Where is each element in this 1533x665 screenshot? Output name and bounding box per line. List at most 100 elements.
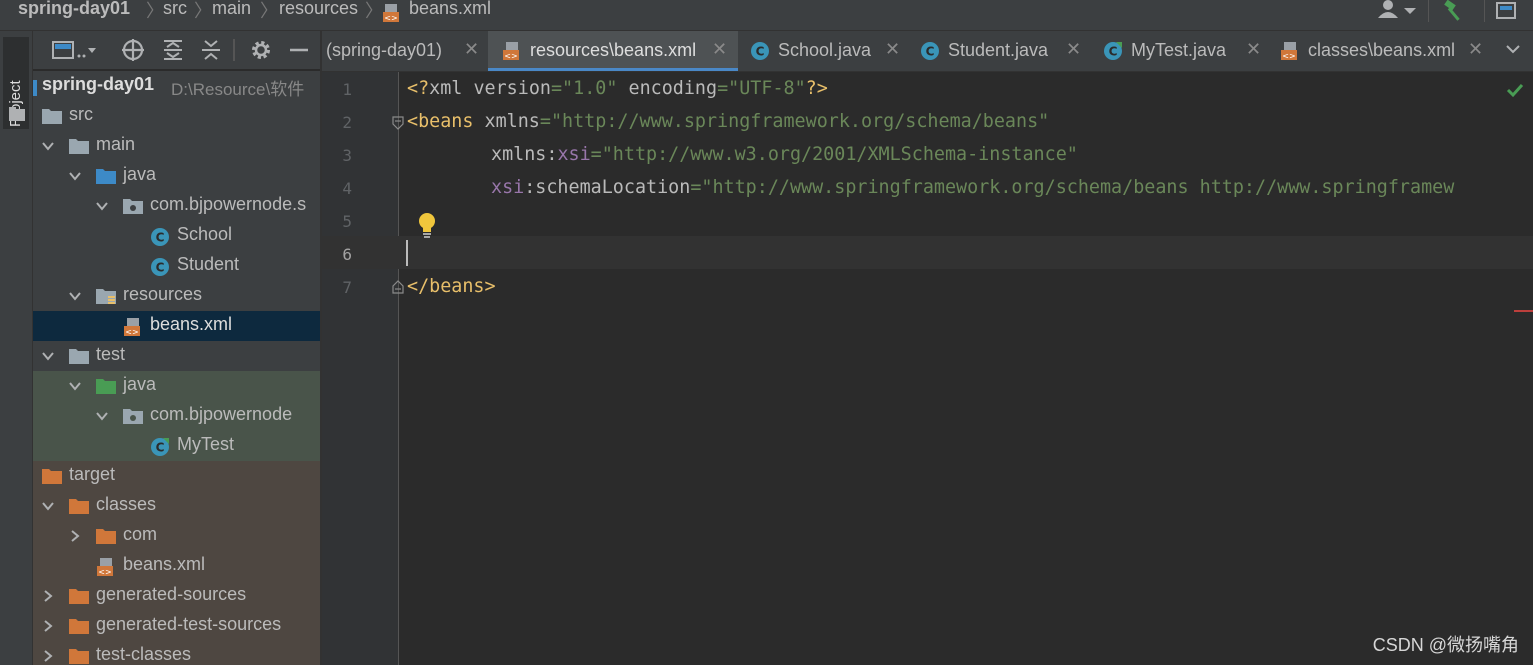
- class-icon: C: [750, 41, 770, 61]
- tree-row-generated-test-sources[interactable]: generated-test-sources: [33, 611, 320, 641]
- chevron-down-icon[interactable]: [68, 289, 82, 303]
- tree-row-test-java[interactable]: java: [33, 371, 320, 401]
- tree-item-label: test: [96, 344, 126, 364]
- tree-row-beans-xml-selected[interactable]: <> beans.xml: [33, 311, 320, 341]
- excluded-folder-icon: [42, 467, 62, 485]
- tree-item-label: com.bjpowernode: [150, 404, 293, 424]
- breadcrumb-project[interactable]: spring-day01: [18, 0, 130, 19]
- tree-row-com[interactable]: com: [33, 521, 320, 551]
- line-number: 5: [342, 212, 352, 231]
- tree-row-resources[interactable]: resources: [33, 281, 320, 311]
- tree-row-project-root[interactable]: spring-day01 D:\Resource\软件: [33, 71, 320, 101]
- tree-row-classes-beans-xml[interactable]: <> beans.xml: [33, 551, 320, 581]
- chevron-down-icon[interactable]: [95, 199, 109, 213]
- tree-row-generated-sources[interactable]: generated-sources: [33, 581, 320, 611]
- tree-item-label: test-classes: [96, 644, 192, 664]
- toolbar-divider: [233, 39, 235, 61]
- close-icon[interactable]: ✕: [1468, 39, 1483, 60]
- tree-item-label: classes: [96, 494, 157, 514]
- tab-school-java[interactable]: C School.java ✕: [740, 31, 910, 71]
- navigation-bar: spring-day01 〉 src 〉 main 〉 resources 〉 …: [0, 0, 1533, 31]
- folder-icon: [69, 347, 89, 365]
- tree-row-student[interactable]: C Student: [33, 251, 320, 281]
- tab-spring-day01[interactable]: (spring-day01) ✕: [322, 31, 486, 71]
- package-icon: [123, 407, 143, 425]
- tree-row-classes[interactable]: classes: [33, 491, 320, 521]
- chevron-right-icon[interactable]: [41, 649, 55, 663]
- chevron-down-icon[interactable]: [41, 349, 55, 363]
- tree-row-package[interactable]: com.bjpowernode.s: [33, 191, 320, 221]
- locate-file-icon[interactable]: [121, 39, 145, 61]
- expand-all-icon[interactable]: [161, 39, 185, 61]
- chevron-right-icon[interactable]: [41, 619, 55, 633]
- tab-student-java[interactable]: C Student.java ✕: [912, 31, 1088, 71]
- close-icon[interactable]: ✕: [1246, 39, 1261, 60]
- fold-marker-icon[interactable]: [392, 280, 404, 294]
- chevron-right-icon[interactable]: [68, 529, 82, 543]
- tree-row-main[interactable]: main: [33, 131, 320, 161]
- chevron-down-icon[interactable]: [95, 409, 109, 423]
- run-config-icon[interactable]: [1496, 0, 1533, 22]
- chevron-right-icon[interactable]: [41, 589, 55, 603]
- code-token: "http://www.w3.org/2001/XMLSchema-instan…: [601, 144, 1078, 165]
- tree-item-label: spring-day01: [42, 74, 155, 94]
- project-tree: spring-day01 D:\Resource\软件 src main jav…: [33, 71, 320, 665]
- hide-panel-icon[interactable]: [287, 39, 311, 61]
- view-mode-dropdown-icon[interactable]: [52, 39, 96, 61]
- tree-row-main-java[interactable]: java: [33, 161, 320, 191]
- excluded-folder-icon: [69, 647, 89, 665]
- code-token: "UTF-8": [728, 78, 806, 99]
- code-token: "http://www.springframework.org/schema/b…: [550, 111, 1050, 132]
- tree-item-label: java: [123, 374, 157, 394]
- chevron-down-icon[interactable]: [41, 499, 55, 513]
- close-icon[interactable]: ✕: [712, 39, 727, 60]
- close-icon[interactable]: ✕: [464, 39, 479, 60]
- error-stripe-marker[interactable]: [1514, 310, 1533, 312]
- code-token: =: [590, 144, 602, 165]
- tree-row-test[interactable]: test: [33, 341, 320, 371]
- tree-row-src[interactable]: src: [33, 101, 320, 131]
- tab-label: MyTest.java: [1131, 40, 1227, 60]
- resources-folder-icon: [96, 287, 116, 305]
- svg-text:<>: <>: [125, 328, 138, 337]
- close-icon[interactable]: ✕: [1066, 39, 1081, 60]
- code-token: =: [550, 78, 563, 99]
- tab-mytest-java[interactable]: C MyTest.java ✕: [1092, 31, 1272, 71]
- tab-label: classes\beans.xml: [1308, 40, 1456, 60]
- tree-row-mytest[interactable]: C MyTest: [33, 431, 320, 461]
- code-token: xmlns:: [491, 144, 558, 165]
- breadcrumb-src[interactable]: src: [163, 0, 187, 19]
- tab-classes-beans-xml[interactable]: <> classes\beans.xml ✕: [1272, 31, 1487, 71]
- fold-marker-icon[interactable]: [392, 116, 404, 130]
- user-icon[interactable]: [1376, 0, 1416, 22]
- tree-row-test-package[interactable]: com.bjpowernode: [33, 401, 320, 431]
- breadcrumb-resources[interactable]: resources: [279, 0, 358, 19]
- tree-row-target[interactable]: target: [33, 461, 320, 491]
- tree-row-test-classes[interactable]: test-classes: [33, 641, 320, 665]
- structure-icon[interactable]: [9, 107, 25, 121]
- project-path: D:\Resource\软件: [171, 80, 305, 99]
- chevron-down-icon[interactable]: [41, 139, 55, 153]
- breadcrumb-file[interactable]: beans.xml: [409, 0, 491, 19]
- lightbulb-icon[interactable]: [416, 212, 438, 238]
- tree-row-school[interactable]: C School: [33, 221, 320, 251]
- chevron-down-icon[interactable]: [68, 379, 82, 393]
- tree-item-label: java: [123, 164, 157, 184]
- class-icon: C: [150, 227, 170, 246]
- breadcrumb-main[interactable]: main: [212, 0, 251, 19]
- line-number: 2: [342, 113, 352, 132]
- line-number: 6: [342, 245, 352, 264]
- breadcrumb-separator: 〉: [146, 1, 164, 21]
- build-hammer-icon[interactable]: [1442, 0, 1466, 22]
- gear-icon[interactable]: [249, 39, 273, 61]
- code-token: :schemaLocation: [524, 177, 691, 198]
- tab-resources-beans-xml[interactable]: <> resources\beans.xml ✕: [488, 31, 738, 71]
- tree-item-label: resources: [123, 284, 203, 304]
- chevron-down-icon[interactable]: [68, 169, 82, 183]
- close-icon[interactable]: ✕: [885, 39, 900, 60]
- collapse-all-icon[interactable]: [199, 39, 223, 61]
- code-line-2: <beans xmlns="http://www.springframework…: [407, 111, 1049, 132]
- checkmark-icon[interactable]: [1506, 82, 1524, 98]
- chevron-down-icon[interactable]: [1505, 41, 1521, 57]
- code-token: ?>: [805, 78, 828, 99]
